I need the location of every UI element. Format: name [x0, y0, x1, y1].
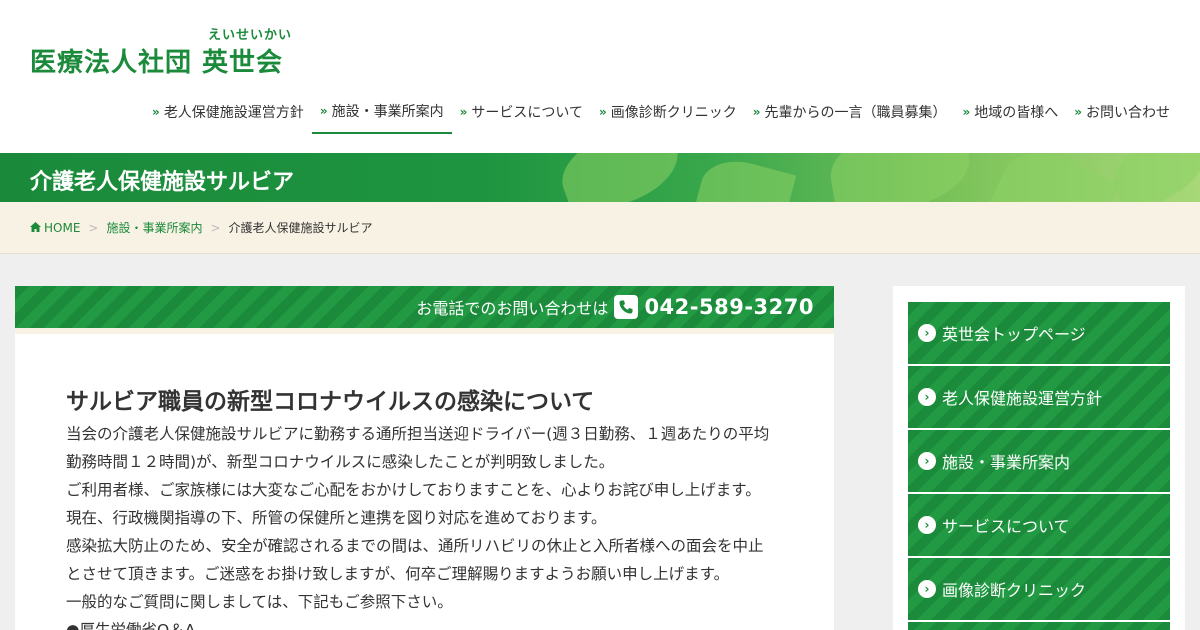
sidebar-item-policy[interactable]: › 老人保健施設運営方針	[908, 366, 1170, 428]
leaf-decoration	[824, 153, 976, 202]
main-content: お電話でのお問い合わせは 042-589-3270 サルビア職員の新型コロナウイ…	[15, 286, 834, 630]
chevron-circle-right-icon: ›	[918, 388, 936, 406]
double-chevron-right-icon: »	[598, 105, 607, 119]
logo-ruby: えいせいかい	[208, 28, 293, 43]
page-title: 介護老人保健施設サルビア	[30, 170, 295, 195]
sidebar-item-label: 老人保健施設運営方針	[942, 389, 1103, 408]
nav-item-recruit[interactable]: » 先輩からの一言（職員募集）	[745, 90, 955, 134]
double-chevron-right-icon: »	[319, 104, 328, 118]
article-line: 一般的なご質問に関しましては、下記もご参照下さい。	[66, 593, 453, 611]
phone-label: お電話でのお問い合わせは	[416, 299, 609, 318]
sidebar-item-facilities[interactable]: › 施設・事業所案内	[908, 430, 1170, 492]
phone-icon	[614, 295, 639, 319]
nav-item-contact[interactable]: » お問い合わせ	[1066, 90, 1178, 134]
breadcrumb-parent[interactable]: 施設・事業所案内	[106, 219, 202, 236]
breadcrumb-home-label: HOME	[44, 220, 81, 235]
home-icon	[30, 221, 41, 235]
breadcrumb-current: 介護老人保健施設サルビア	[228, 221, 373, 235]
double-chevron-right-icon: »	[152, 105, 160, 119]
sidebar-item-label: 画像診断クリニック	[942, 581, 1087, 600]
breadcrumb-separator: >	[210, 220, 221, 235]
article-line: とさせて頂きます。ご迷惑をお掛け致しますが、何卒ご理解賜りますようお願い申し上げ…	[66, 565, 730, 583]
double-chevron-right-icon: »	[962, 105, 971, 119]
phone-contact[interactable]: お電話でのお問い合わせは 042-589-3270	[416, 295, 814, 319]
double-chevron-right-icon: »	[752, 105, 761, 119]
nav-item-facilities[interactable]: » 施設・事業所案内	[311, 90, 452, 134]
nav-item-policy[interactable]: » 老人保健施設運営方針	[144, 90, 312, 134]
sidebar-item-imaging-clinic[interactable]: › 画像診断クリニック	[908, 558, 1170, 620]
nav-item-label: サービスについて	[471, 105, 583, 121]
article-line: ご利用者様、ご家族様には大変なご心配をおかけしておりますことを、心よりお詫び申し…	[66, 481, 761, 499]
mhlw-qa-link[interactable]: ●厚生労働省Q＆A	[66, 616, 806, 630]
article-title: サルビア職員の新型コロナウイルスの感染について	[66, 389, 595, 415]
chevron-circle-right-icon: ›	[918, 452, 936, 470]
chevron-circle-right-icon: ›	[918, 324, 936, 342]
article-line: 現在、行政機関指導の下、所管の保健所と連携を図り対応を進めております。	[66, 509, 607, 527]
breadcrumb-home[interactable]: HOME	[30, 221, 80, 235]
sidebar-item-partial[interactable]	[908, 622, 1170, 630]
breadcrumb: HOME > 施設・事業所案内 > 介護老人保健施設サルビア	[0, 202, 1200, 254]
phone-contact-bar: お電話でのお問い合わせは 042-589-3270	[15, 286, 834, 334]
article-body: 当会の介護老人保健施設サルビアに勤務する通所担当送迎ドライバー(週３日勤務、１週…	[66, 420, 806, 630]
sidebar-item-label: 英世会トップページ	[942, 325, 1086, 344]
nav-item-imaging-clinic[interactable]: » 画像診断クリニック	[591, 90, 745, 134]
chevron-circle-right-icon: ›	[918, 516, 936, 534]
phone-number: 042-589-3270	[644, 295, 814, 319]
nav-item-label: 先輩からの一言（職員募集）	[764, 105, 947, 121]
article-line: 感染拡大防止のため、安全が確認されるまでの間は、通所リハビリの休止と入所者様への…	[66, 537, 764, 555]
article-line: 当会の介護老人保健施設サルビアに勤務する通所担当送迎ドライバー(週３日勤務、１週…	[66, 425, 770, 443]
sidebar-item-label: 施設・事業所案内	[942, 453, 1071, 472]
sidebar-item-top[interactable]: › 英世会トップページ	[908, 302, 1170, 364]
nav-item-label: 老人保健施設運営方針	[163, 105, 304, 121]
leaf-decoration	[693, 153, 797, 202]
sidebar: › 英世会トップページ › 老人保健施設運営方針 › 施設・事業所案内 › サー…	[893, 286, 1185, 630]
site-header: えいせいかい 医療法人社団 英世会 » 老人保健施設運営方針 » 施設・事業所案…	[0, 0, 1200, 153]
page-title-banner: 介護老人保健施設サルビア	[0, 153, 1200, 202]
nav-item-label: 施設・事業所案内	[331, 104, 444, 120]
double-chevron-right-icon: »	[459, 105, 468, 119]
sidebar-item-services[interactable]: › サービスについて	[908, 494, 1170, 556]
leaf-decoration	[990, 153, 1120, 202]
global-nav: » 老人保健施設運営方針 » 施設・事業所案内 » サービスについて » 画像診…	[108, 90, 1178, 134]
article-line: 勤務時間１２時間)が、新型コロナウイルスに感染したことが判明致しました。	[66, 453, 615, 471]
nav-item-label: 地域の皆様へ	[974, 105, 1059, 121]
nav-item-services[interactable]: » サービスについて	[452, 90, 591, 134]
nav-item-label: 画像診断クリニック	[610, 105, 737, 121]
chevron-circle-right-icon: ›	[918, 580, 936, 598]
nav-item-community[interactable]: » 地域の皆様へ	[954, 90, 1066, 134]
double-chevron-right-icon: »	[1074, 105, 1082, 119]
sidebar-item-label: サービスについて	[942, 517, 1070, 536]
nav-item-label: お問い合わせ	[1086, 105, 1170, 121]
leaf-decoration	[551, 153, 689, 202]
logo-text: 医療法人社団 英世会	[30, 48, 284, 78]
breadcrumb-separator: >	[88, 220, 99, 235]
leaf-decoration	[1101, 153, 1200, 202]
news-article: サルビア職員の新型コロナウイルスの感染について 当会の介護老人保健施設サルビアに…	[66, 384, 806, 630]
